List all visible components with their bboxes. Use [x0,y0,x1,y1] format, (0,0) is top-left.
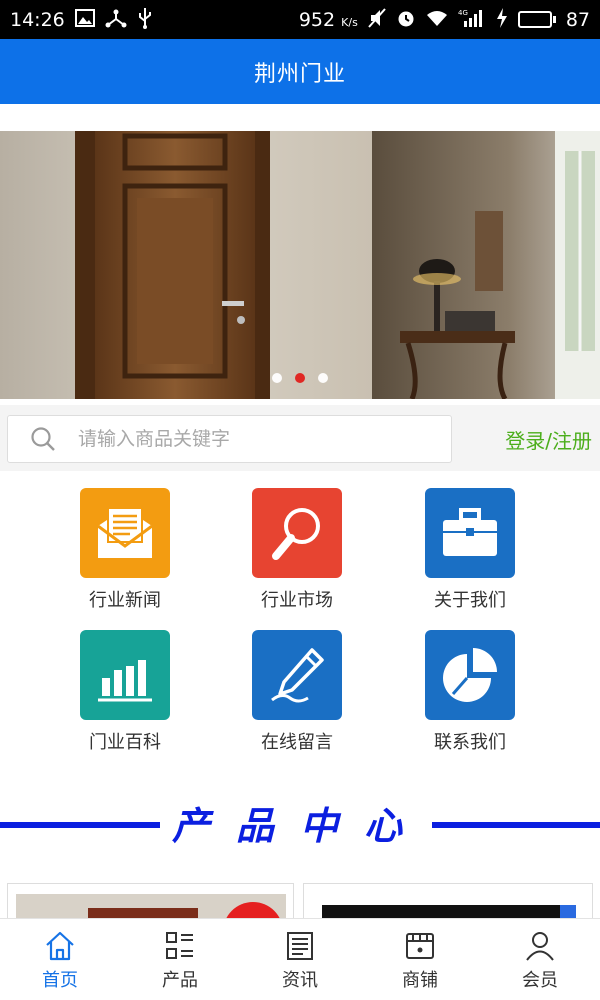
search-box[interactable] [7,415,452,463]
search-icon [30,426,56,452]
section-title: 产品中心 [171,804,428,848]
app-title: 荆州门业 [253,61,346,87]
svg-text:4G: 4G [458,9,468,17]
section-line-right [432,822,600,828]
carousel-dot[interactable] [318,373,328,383]
grid-label: 行业市场 [261,590,333,611]
product-list [0,883,600,943]
carousel-indicator [0,373,600,383]
grid-list-icon [166,932,193,959]
grid-item-market[interactable]: 行业市场 [232,488,362,612]
signal-icon: 4G [458,8,486,32]
bottom-nav: 首页 产品 资讯 商铺 会员 [0,918,600,1000]
network-speed: 952 K/s [298,8,358,31]
grid-item-message[interactable]: 在线留言 [232,630,362,754]
home-icon [46,931,74,961]
grid-label: 行业新闻 [89,590,161,611]
grid-item-encyclopedia[interactable]: 门业百科 [60,630,190,754]
pen-icon [252,630,342,720]
grid-item-about[interactable]: 关于我们 [405,488,535,612]
user-icon [526,932,554,961]
alarm-icon [396,8,416,32]
search-row: 登录/注册 [0,405,600,471]
newsletter-icon [80,488,170,578]
nav-shop[interactable]: 商铺 [360,919,480,1000]
nav-news[interactable]: 资讯 [240,919,360,1000]
bar-chart-icon [80,630,170,720]
charging-icon [496,7,508,32]
nav-label: 会员 [522,970,558,991]
usb-icon [137,7,153,33]
section-header: 产品中心 [0,795,600,855]
carousel-dot[interactable] [295,373,305,383]
app-bar: 荆州门业 [0,39,600,104]
carousel-dot[interactable] [272,373,282,383]
grid-item-contact[interactable]: 联系我们 [405,630,535,754]
image-icon [74,8,95,31]
grid-item-news[interactable]: 行业新闻 [60,488,190,612]
nav-products[interactable]: 产品 [120,919,240,1000]
shop-icon [406,933,434,959]
wifi-icon [426,9,448,31]
mute-icon [368,7,386,32]
section-line-left [0,822,160,828]
status-time: 14:26 [10,8,65,31]
search-input[interactable] [78,428,408,450]
usb-tether-icon [105,8,127,32]
nav-label: 商铺 [402,970,438,991]
grid-label: 关于我们 [434,590,506,611]
nav-label: 产品 [162,970,198,991]
battery-percent: 87 [565,8,590,31]
grid-label: 联系我们 [434,732,506,753]
briefcase-icon [425,488,515,578]
banner-image [0,131,600,399]
pie-chart-icon [425,630,515,720]
nav-label: 首页 [42,970,78,991]
nav-home[interactable]: 首页 [0,919,120,1000]
login-register-link[interactable]: 登录/注册 [505,425,592,454]
grid-label: 在线留言 [261,732,333,753]
nav-member[interactable]: 会员 [480,919,600,1000]
banner-carousel[interactable] [0,131,600,399]
battery-icon [517,11,556,28]
nav-label: 资讯 [282,970,318,991]
news-icon [287,932,313,960]
status-bar: 14:26 952 K/s 4G 87 [0,0,600,39]
magnifier-icon [252,488,342,578]
grid-label: 门业百科 [89,732,161,753]
